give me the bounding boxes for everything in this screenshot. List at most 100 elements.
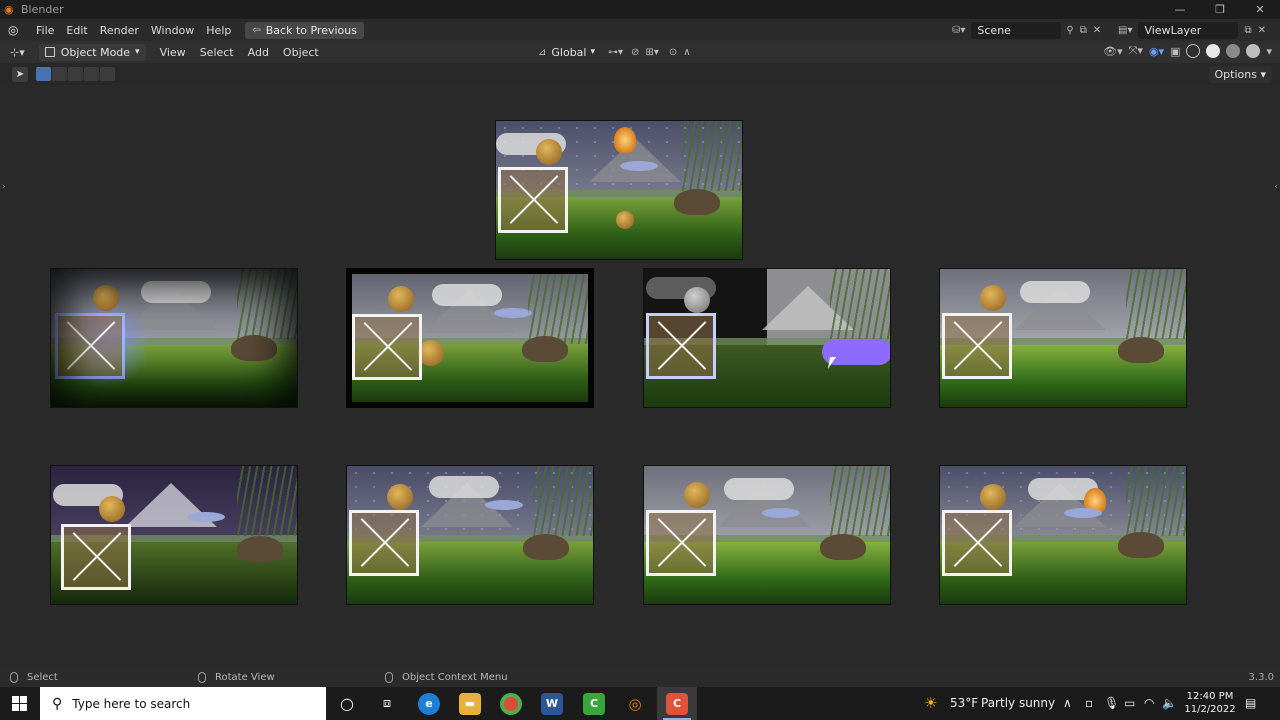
shading-options-icon[interactable]: ▾ — [1266, 45, 1272, 58]
windows-start-icon[interactable] — [12, 696, 27, 711]
crate — [498, 167, 568, 233]
select-invert-icon[interactable] — [84, 67, 99, 81]
status-rotate: Rotate View — [198, 668, 275, 687]
taskbar-search-box[interactable]: ⚲ Type here to search — [40, 687, 326, 720]
new-scene-icon[interactable]: ⧉ — [1080, 25, 1087, 36]
blender-menu-icon[interactable]: ◎ — [8, 23, 24, 37]
taskbar-clock[interactable]: 12:40 PM 11/2/2022 — [1180, 690, 1240, 716]
scene-name-field[interactable]: Scene — [971, 21, 1062, 39]
weather-text[interactable]: Partly sunny — [981, 687, 1055, 720]
viewport-header: ⊹▾ Object Mode ▾ View Select Add Object … — [0, 41, 1280, 63]
pin-icon[interactable]: ⚲ — [1066, 25, 1073, 36]
ball — [536, 139, 562, 165]
edge-browser-icon[interactable]: e — [418, 693, 440, 715]
show-hidden-icons-icon[interactable]: ∧ — [1063, 687, 1072, 720]
menu-file[interactable]: File — [36, 24, 54, 37]
object-mode-dropdown[interactable]: Object Mode ▾ — [38, 43, 146, 61]
ufo — [187, 512, 225, 522]
render-thumbnail-8[interactable] — [643, 465, 891, 605]
restore-icon[interactable]: ❐ — [1200, 0, 1240, 19]
microphone-icon[interactable]: 🎙 — [1104, 687, 1119, 720]
volume-icon[interactable]: 🔈 — [1162, 687, 1177, 720]
back-to-previous-label: Back to Previous — [265, 23, 357, 37]
tree-leaves — [1126, 269, 1186, 339]
new-view-layer-icon[interactable]: ⧉ — [1244, 25, 1251, 36]
chrome-icon[interactable] — [500, 693, 522, 715]
right-panel-toggle-icon[interactable]: ‹ — [1274, 182, 1278, 192]
menu-window[interactable]: Window — [151, 24, 194, 37]
rock — [1118, 337, 1164, 363]
rock — [674, 189, 720, 215]
status-select-label: Select — [27, 672, 58, 683]
render-thumbnail-9[interactable] — [939, 465, 1187, 605]
view-layer-name-field[interactable]: ViewLayer — [1138, 21, 1239, 39]
crate — [61, 524, 131, 590]
menu-edit[interactable]: Edit — [66, 24, 87, 37]
rendered-shading-icon[interactable] — [1246, 44, 1261, 58]
gizmo-icon[interactable]: ⤧▾ — [1129, 44, 1143, 58]
camtasia-recorder-icon[interactable]: C — [666, 693, 688, 715]
header-menu-object[interactable]: Object — [283, 46, 319, 59]
render-thumbnail-5[interactable] — [939, 268, 1187, 408]
scene-selector[interactable]: ⛁▾ Scene ⚲ ⧉ ✕ — [952, 21, 1107, 39]
orientation-icon: ⊿ — [538, 46, 547, 58]
delete-scene-icon[interactable]: ✕ — [1093, 25, 1101, 36]
weather-icon[interactable]: ☀ — [924, 687, 937, 720]
blender-taskbar-icon[interactable]: ◎ — [624, 693, 646, 715]
pivot-point-icon[interactable]: ⊶▾ — [608, 47, 623, 58]
view-layer-selector[interactable]: ▤▾ ViewLayer ⧉ ✕ — [1118, 21, 1276, 39]
rock — [522, 336, 568, 362]
ufo — [762, 508, 800, 518]
material-shading-icon[interactable] — [1226, 44, 1241, 58]
falloff-icon[interactable]: ∧ — [683, 47, 690, 58]
select-subtract-icon[interactable] — [68, 67, 83, 81]
render-thumbnail-4[interactable] — [643, 268, 891, 408]
snap-icon[interactable]: ⊘ — [631, 47, 639, 58]
select-intersect-icon[interactable] — [100, 67, 115, 81]
select-tool-icon[interactable]: ➤ — [12, 67, 28, 82]
menu-help[interactable]: Help — [206, 24, 231, 37]
render-thumbnail-6[interactable] — [50, 465, 298, 605]
render-thumbnail-7[interactable] — [346, 465, 594, 605]
left-panel-toggle-icon[interactable]: › — [2, 182, 6, 192]
render-thumbnail-2[interactable] — [50, 268, 298, 408]
xray-icon[interactable]: ▣ — [1170, 45, 1180, 58]
solid-shading-icon[interactable] — [1206, 44, 1221, 58]
version-label: 3.3.0 — [1248, 672, 1274, 683]
overlay-icon[interactable]: ◉▾ — [1149, 45, 1164, 58]
delete-view-layer-icon[interactable]: ✕ — [1258, 25, 1266, 36]
word-icon[interactable]: W — [541, 693, 563, 715]
select-new-icon[interactable] — [36, 67, 51, 81]
status-rotate-label: Rotate View — [215, 672, 275, 683]
task-view-icon[interactable]: ⧈ — [376, 693, 398, 715]
close-icon[interactable]: ✕ — [1240, 0, 1280, 19]
snap-target-icon[interactable]: ⊞▾ — [645, 47, 658, 58]
meet-now-icon[interactable]: ▫ — [1085, 687, 1093, 720]
header-menu-view[interactable]: View — [160, 46, 186, 59]
ball — [980, 285, 1006, 311]
render-thumbnail-3[interactable] — [346, 268, 594, 408]
object-mode-icon — [44, 47, 55, 57]
wifi-icon[interactable]: ◠ — [1144, 687, 1154, 720]
select-extend-icon[interactable] — [52, 67, 67, 81]
camtasia-green-icon[interactable]: C — [583, 693, 605, 715]
render-thumbnail-1[interactable] — [495, 120, 743, 260]
file-explorer-icon[interactable]: ▬ — [459, 693, 481, 715]
header-menu-select[interactable]: Select — [200, 46, 234, 59]
orientation-dropdown[interactable]: Global ▾ — [546, 44, 600, 60]
header-menu-add[interactable]: Add — [248, 46, 269, 59]
battery-icon[interactable]: ▭ — [1124, 687, 1135, 720]
wireframe-shading-icon[interactable] — [1186, 44, 1201, 58]
proportional-edit-icon[interactable]: ⊙ — [669, 47, 677, 58]
tree-leaves — [1126, 466, 1186, 536]
notifications-icon[interactable]: ▤ — [1245, 687, 1256, 720]
back-to-previous-button[interactable]: ⇦ Back to Previous — [245, 21, 364, 39]
cortana-icon[interactable]: ○ — [336, 693, 358, 715]
minimize-icon[interactable]: — — [1160, 0, 1200, 19]
view-layer-icon: ▤▾ — [1118, 24, 1133, 36]
options-dropdown[interactable]: Options ▾ — [1208, 66, 1272, 83]
visibility-icon[interactable]: 👁▾ — [1103, 45, 1123, 58]
menu-render[interactable]: Render — [100, 24, 139, 37]
editor-type-icon[interactable]: ⊹▾ — [10, 46, 25, 59]
weather-temp[interactable]: 53°F — [950, 687, 978, 720]
